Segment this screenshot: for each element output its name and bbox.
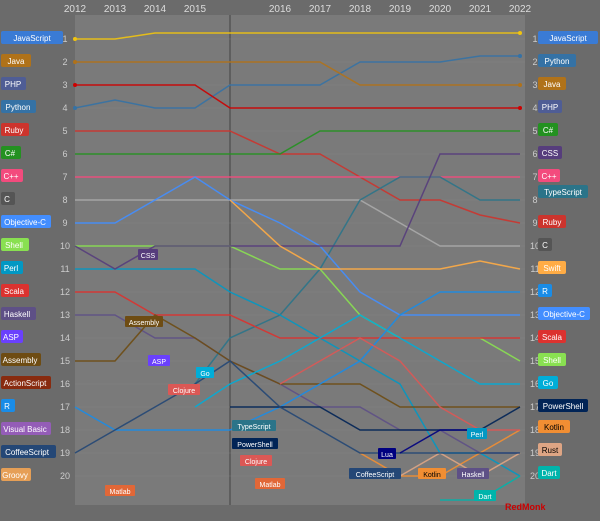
svg-text:Dart: Dart bbox=[478, 494, 491, 501]
svg-text:Matlab: Matlab bbox=[259, 482, 280, 489]
svg-text:TypeScript: TypeScript bbox=[237, 424, 270, 431]
svg-text:Perl: Perl bbox=[471, 432, 484, 439]
svg-text:3: 3 bbox=[62, 80, 67, 90]
svg-text:Assembly: Assembly bbox=[129, 320, 160, 327]
svg-text:3: 3 bbox=[532, 80, 537, 90]
svg-text:9: 9 bbox=[532, 218, 537, 228]
svg-text:2022: 2022 bbox=[509, 4, 532, 15]
svg-text:2017: 2017 bbox=[309, 4, 332, 15]
svg-text:CSS: CSS bbox=[542, 149, 558, 158]
svg-text:Scala: Scala bbox=[542, 333, 563, 342]
svg-text:Python: Python bbox=[545, 57, 570, 66]
svg-text:PHP: PHP bbox=[5, 80, 21, 89]
svg-text:13: 13 bbox=[60, 310, 70, 320]
svg-text:Kotlin: Kotlin bbox=[544, 423, 564, 432]
svg-text:Visual Basic: Visual Basic bbox=[3, 425, 46, 434]
svg-text:TypeScript: TypeScript bbox=[544, 188, 583, 197]
svg-text:2021: 2021 bbox=[469, 4, 492, 15]
chart-container: 2012 2013 2014 2015 2016 2017 2018 2019 … bbox=[0, 0, 600, 521]
svg-text:12: 12 bbox=[60, 287, 70, 297]
svg-text:10: 10 bbox=[60, 241, 70, 251]
svg-text:2: 2 bbox=[62, 57, 67, 67]
svg-text:4: 4 bbox=[532, 103, 537, 113]
svg-text:Scala: Scala bbox=[4, 287, 25, 296]
svg-text:JavaScript: JavaScript bbox=[549, 34, 587, 43]
svg-text:17: 17 bbox=[60, 402, 70, 412]
svg-text:PowerShell: PowerShell bbox=[543, 402, 584, 411]
svg-text:8: 8 bbox=[532, 195, 537, 205]
svg-text:R: R bbox=[542, 287, 548, 296]
svg-text:Assembly: Assembly bbox=[3, 356, 38, 365]
svg-text:2016: 2016 bbox=[269, 4, 292, 15]
svg-text:Swift: Swift bbox=[543, 264, 561, 273]
svg-text:PHP: PHP bbox=[542, 103, 558, 112]
svg-text:2014: 2014 bbox=[144, 4, 167, 15]
svg-text:5: 5 bbox=[62, 126, 67, 136]
svg-text:C: C bbox=[4, 195, 10, 204]
svg-text:C: C bbox=[542, 241, 548, 250]
svg-text:Perl: Perl bbox=[4, 264, 18, 273]
svg-text:16: 16 bbox=[60, 379, 70, 389]
svg-text:Kotlin: Kotlin bbox=[423, 472, 441, 479]
svg-text:Ruby: Ruby bbox=[543, 218, 562, 227]
svg-text:JavaScript: JavaScript bbox=[13, 34, 51, 43]
svg-text:Clojure: Clojure bbox=[245, 459, 267, 466]
svg-text:2012: 2012 bbox=[64, 4, 87, 15]
svg-text:Haskell: Haskell bbox=[462, 472, 485, 479]
svg-text:C++: C++ bbox=[541, 172, 556, 181]
svg-text:2: 2 bbox=[532, 57, 537, 67]
svg-text:5: 5 bbox=[532, 126, 537, 136]
svg-text:2020: 2020 bbox=[429, 4, 452, 15]
svg-text:19: 19 bbox=[60, 448, 70, 458]
svg-text:18: 18 bbox=[60, 425, 70, 435]
svg-text:Ruby: Ruby bbox=[5, 126, 24, 135]
svg-text:Python: Python bbox=[6, 103, 31, 112]
svg-text:1: 1 bbox=[62, 34, 67, 44]
svg-text:2019: 2019 bbox=[389, 4, 412, 15]
svg-text:2015: 2015 bbox=[184, 4, 207, 15]
svg-text:ActionScript: ActionScript bbox=[4, 379, 47, 388]
svg-text:6: 6 bbox=[532, 149, 537, 159]
svg-text:6: 6 bbox=[62, 149, 67, 159]
svg-text:Shell: Shell bbox=[543, 356, 561, 365]
svg-text:Go: Go bbox=[200, 371, 209, 378]
svg-text:Matlab: Matlab bbox=[109, 489, 130, 496]
svg-text:Go: Go bbox=[543, 379, 554, 388]
svg-text:Objective-C: Objective-C bbox=[4, 218, 46, 227]
svg-text:8: 8 bbox=[62, 195, 67, 205]
svg-text:Dart: Dart bbox=[541, 469, 557, 478]
svg-text:9: 9 bbox=[62, 218, 67, 228]
svg-text:Rust: Rust bbox=[542, 446, 559, 455]
svg-text:RedMonk: RedMonk bbox=[505, 502, 546, 512]
svg-text:20: 20 bbox=[60, 471, 70, 481]
svg-text:Shell: Shell bbox=[5, 241, 23, 250]
svg-text:Java: Java bbox=[544, 80, 561, 89]
svg-text:Clojure: Clojure bbox=[173, 388, 195, 395]
svg-text:Lua: Lua bbox=[381, 452, 393, 459]
svg-text:15: 15 bbox=[60, 356, 70, 366]
svg-text:C#: C# bbox=[5, 149, 16, 158]
svg-text:C#: C# bbox=[543, 126, 554, 135]
svg-text:ASP: ASP bbox=[3, 333, 19, 342]
svg-text:7: 7 bbox=[532, 172, 537, 182]
svg-text:PowerShell: PowerShell bbox=[237, 442, 273, 449]
svg-text:ASP: ASP bbox=[152, 359, 166, 366]
svg-text:R: R bbox=[4, 402, 10, 411]
svg-text:7: 7 bbox=[62, 172, 67, 182]
svg-text:11: 11 bbox=[60, 264, 69, 274]
svg-text:14: 14 bbox=[60, 333, 70, 343]
svg-text:Haskell: Haskell bbox=[4, 310, 30, 319]
svg-text:CoffeeScript: CoffeeScript bbox=[356, 472, 394, 479]
svg-text:2018: 2018 bbox=[349, 4, 372, 15]
svg-text:Java: Java bbox=[8, 57, 25, 66]
svg-text:2013: 2013 bbox=[104, 4, 127, 15]
svg-text:1: 1 bbox=[532, 34, 537, 44]
svg-text:C++: C++ bbox=[3, 172, 18, 181]
svg-text:4: 4 bbox=[62, 103, 67, 113]
svg-text:CSS: CSS bbox=[141, 253, 156, 260]
svg-text:Groovy: Groovy bbox=[2, 471, 28, 480]
ranking-chart: 2012 2013 2014 2015 2016 2017 2018 2019 … bbox=[0, 0, 600, 521]
svg-text:Objective-C: Objective-C bbox=[543, 310, 585, 319]
svg-text:CoffeeScript: CoffeeScript bbox=[5, 448, 50, 457]
